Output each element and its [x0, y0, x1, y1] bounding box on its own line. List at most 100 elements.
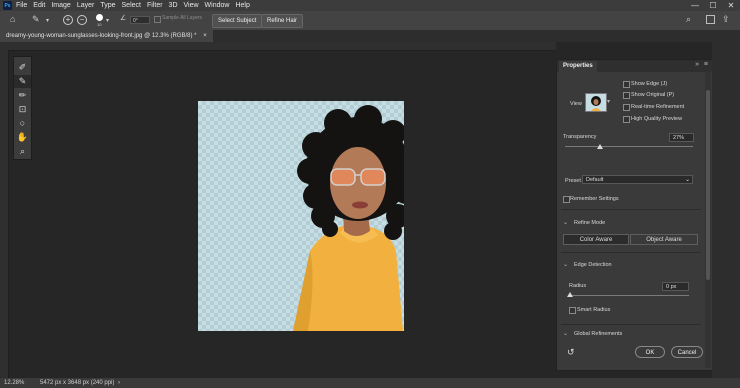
view-mode-chevron-icon[interactable]: ▾: [607, 98, 610, 105]
view-thumbnail-image: [591, 96, 601, 111]
menu-help[interactable]: Help: [235, 2, 249, 9]
sample-all-layers-checkbox[interactable]: [154, 16, 161, 23]
view-mode-thumbnail[interactable]: [585, 93, 607, 112]
menu-window[interactable]: Window: [205, 2, 230, 9]
realtime-refinement-checkbox[interactable]: [623, 104, 630, 111]
close-window-button[interactable]: ✕: [722, 0, 740, 11]
properties-panel-header: Properties » ≡: [557, 60, 713, 72]
realtime-refinement-label: Real-time Refinement: [631, 104, 685, 110]
search-icon[interactable]: ⌕: [686, 14, 691, 25]
edge-detection-heading[interactable]: Edge Detection: [574, 262, 612, 268]
right-panel-dock: [712, 42, 740, 378]
remember-settings-label: Remember Settings: [570, 196, 619, 202]
preset-dropdown[interactable]: Default ⌄: [582, 175, 693, 184]
lasso-tool-icon[interactable]: ○: [14, 117, 31, 130]
photoshop-logo: Ps: [3, 1, 12, 10]
radius-label: Radius: [569, 283, 587, 289]
show-original-label: Show Original (P): [631, 92, 675, 98]
transparency-input[interactable]: 27%: [669, 133, 694, 142]
menu-image[interactable]: Image: [51, 2, 70, 9]
menu-view[interactable]: View: [184, 2, 199, 9]
global-refinements-heading[interactable]: Global Refinements: [574, 331, 622, 337]
brush-size-value: 10: [97, 22, 102, 27]
transparency-slider-knob[interactable]: [596, 144, 603, 149]
brush-tool-icon[interactable]: ✏: [14, 89, 31, 102]
color-aware-button[interactable]: Color Aware: [563, 234, 629, 245]
document-tab-bar: dreamy-young-woman-sunglasses-looking-fr…: [0, 30, 740, 42]
angle-input[interactable]: 0°: [130, 16, 150, 24]
object-selection-tool-icon[interactable]: ⊡: [14, 103, 31, 116]
subtract-from-selection-icon[interactable]: −: [77, 15, 87, 25]
refine-mode-heading[interactable]: Refine Mode: [574, 220, 605, 226]
sample-all-layers-label: Sample All Layers: [162, 15, 203, 21]
ok-button[interactable]: OK: [635, 346, 665, 358]
close-tab-icon[interactable]: ×: [203, 33, 207, 39]
status-menu-icon[interactable]: ›: [118, 378, 120, 388]
maximize-button[interactable]: ☐: [704, 0, 722, 11]
vertical-ruler: [0, 50, 9, 378]
menu-layer[interactable]: Layer: [77, 2, 95, 9]
document-tab[interactable]: dreamy-young-woman-sunglasses-looking-fr…: [0, 30, 213, 42]
zoom-level[interactable]: 12.28%: [4, 378, 24, 388]
workspace-icon[interactable]: [706, 15, 715, 24]
properties-tab[interactable]: Properties: [559, 61, 597, 72]
remember-settings-checkbox[interactable]: [563, 196, 570, 203]
options-bar: ⌂ ✎ ▾ + − 10 ▾ ∠ 0° Sample All Layers Se…: [0, 11, 740, 31]
refine-brush-tool-icon[interactable]: ✎: [32, 14, 40, 25]
reset-workspace-icon[interactable]: ↺: [567, 347, 575, 358]
refine-edge-brush-tool-icon[interactable]: ✎: [14, 75, 31, 88]
quick-selection-tool-icon[interactable]: ✐: [14, 61, 31, 74]
show-edge-checkbox[interactable]: [623, 81, 630, 88]
object-aware-button[interactable]: Object Aware: [630, 234, 698, 245]
zoom-tool-icon[interactable]: ⌕: [14, 145, 31, 158]
panel-scrollbar-thumb[interactable]: [706, 90, 710, 280]
menu-select[interactable]: Select: [122, 2, 141, 9]
show-original-checkbox[interactable]: [623, 92, 630, 99]
tools-panel: ✐ ✎ ✏ ⊡ ○ ✋ ⌕: [13, 56, 32, 160]
smart-radius-checkbox[interactable]: [569, 307, 576, 314]
menu-bar: Ps File Edit Image Layer Type Select Fil…: [0, 0, 740, 11]
high-quality-preview-checkbox[interactable]: [623, 116, 630, 123]
preset-chevron-icon: ⌄: [684, 177, 690, 183]
panel-divider: [561, 324, 701, 325]
menu-3d[interactable]: 3D: [169, 2, 178, 9]
angle-icon: ∠: [120, 15, 127, 22]
tool-preset-chevron-icon[interactable]: ▾: [46, 17, 49, 24]
document-tab-title: dreamy-young-woman-sunglasses-looking-fr…: [6, 33, 197, 39]
brush-size-preview[interactable]: [96, 14, 103, 21]
menu-file[interactable]: File: [16, 2, 27, 9]
radius-slider-knob[interactable]: [567, 292, 573, 297]
global-refinements-chevron-icon[interactable]: ⌄: [563, 330, 568, 337]
menu-type[interactable]: Type: [100, 2, 115, 9]
transparency-slider[interactable]: [565, 146, 693, 147]
select-subject-button[interactable]: Select Subject: [212, 14, 263, 28]
smart-radius-label: Smart Radius: [577, 307, 611, 313]
horizontal-ruler: [0, 42, 556, 51]
refine-hair-button[interactable]: Refine Hair: [261, 14, 304, 28]
refine-mode-chevron-icon[interactable]: ⌄: [563, 219, 568, 226]
brush-size-chevron-icon[interactable]: ▾: [106, 17, 109, 24]
status-bar: 12.28% 5472 px x 3648 px (240 ppi) ›: [0, 378, 740, 388]
cancel-button[interactable]: Cancel: [671, 346, 703, 358]
menu-filter[interactable]: Filter: [147, 2, 163, 9]
panel-divider: [561, 252, 701, 253]
add-to-selection-icon[interactable]: +: [63, 15, 73, 25]
preset-dropdown-value: Default: [586, 177, 604, 183]
properties-panel: Properties » ≡ View ▾ Show Edge (J) Show…: [556, 59, 714, 371]
edge-detection-chevron-icon[interactable]: ⌄: [563, 261, 568, 268]
panel-divider: [561, 209, 701, 210]
radius-slider[interactable]: [569, 295, 689, 296]
share-icon[interactable]: ⇪: [722, 14, 730, 25]
panel-menu-icon[interactable]: ≡: [704, 61, 708, 68]
collapse-panel-icon[interactable]: »: [695, 61, 699, 68]
document-dimensions: 5472 px x 3648 px (240 ppi): [40, 380, 115, 386]
document-canvas[interactable]: [198, 101, 404, 331]
home-icon[interactable]: ⌂: [10, 14, 15, 24]
window-controls: — ☐ ✕: [686, 0, 740, 11]
preset-label: Preset: [565, 178, 581, 184]
minimize-button[interactable]: —: [686, 0, 704, 11]
radius-input[interactable]: 0 px: [662, 282, 689, 291]
menu-edit[interactable]: Edit: [33, 2, 45, 9]
hand-tool-icon[interactable]: ✋: [14, 131, 31, 144]
subject-cutout-image: [293, 105, 404, 331]
